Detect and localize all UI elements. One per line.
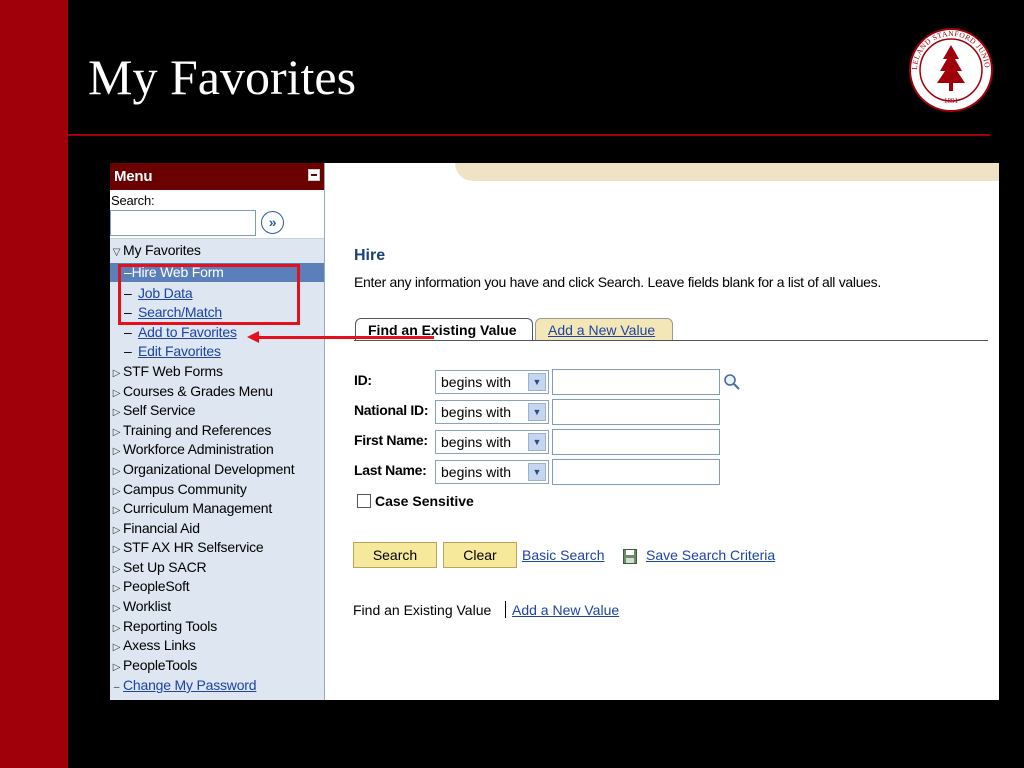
triangle-down-icon: ▽ (112, 247, 121, 258)
triangle-right-icon: ▷ (112, 407, 121, 418)
menu-title: Menu (114, 168, 153, 185)
menu-folder[interactable]: ▷ PeopleTools (110, 656, 198, 675)
dropdown-arrow-icon: ▼ (528, 433, 546, 451)
menu-folder[interactable]: ▷ PeopleSoft (110, 577, 190, 596)
header-decoration (455, 163, 999, 181)
triangle-right-icon: ▷ (112, 544, 121, 555)
menu-folder[interactable]: ▷ Courses & Grades Menu (110, 382, 273, 401)
lookup-magnifier-icon[interactable] (723, 373, 741, 391)
menu-folder[interactable]: ▷ Curriculum Management (110, 499, 273, 518)
svg-text:1891: 1891 (944, 97, 959, 105)
triangle-right-icon: ▷ (112, 583, 121, 594)
menu-folder[interactable]: ▷ Financial Aid (110, 519, 200, 538)
arrow-annotation-head (247, 331, 259, 343)
triangle-right-icon: ▷ (112, 505, 121, 516)
change-password-link[interactable]: – Change My Password (110, 676, 257, 695)
save-search-criteria-link[interactable]: Save Search Criteria (646, 547, 775, 563)
first-name-operator-select[interactable]: begins with ▼ (435, 430, 549, 454)
national-id-input[interactable] (552, 399, 720, 425)
slide-title: My Favorites (88, 49, 357, 105)
last-name-operator-select[interactable]: begins with ▼ (435, 460, 549, 484)
add-to-favorites-link[interactable]: – Add to Favorites (124, 323, 237, 342)
case-sensitive-label: Case Sensitive (375, 493, 474, 509)
last-name-input[interactable] (552, 459, 720, 485)
last-name-label: Last Name: (354, 462, 427, 478)
basic-search-link[interactable]: Basic Search (522, 547, 604, 563)
tab-add-new[interactable]: Add a New Value (535, 318, 673, 340)
menu-folder[interactable]: ▷ Workforce Administration (110, 440, 274, 459)
id-operator-select[interactable]: begins with ▼ (435, 370, 549, 394)
national-id-label: National ID: (354, 402, 429, 418)
search-button[interactable]: Search (353, 542, 437, 568)
dropdown-arrow-icon: ▼ (528, 403, 546, 421)
dropdown-arrow-icon: ▼ (528, 373, 546, 391)
title-divider (68, 134, 990, 136)
highlight-annotation-box (118, 264, 300, 325)
search-input[interactable] (110, 210, 256, 236)
triangle-right-icon: ▷ (112, 662, 121, 673)
id-input[interactable] (552, 369, 720, 395)
footer-add-new-link[interactable]: Add a New Value (512, 602, 619, 618)
menu-folder[interactable]: ▷ Training and References (110, 421, 272, 440)
menu-folder[interactable]: ▷ Worklist (110, 597, 171, 616)
sidebar-menu: Menu Search: » ▽ My Favorites –Hire Web F… (110, 163, 325, 700)
edit-favorites-link[interactable]: – Edit Favorites (124, 342, 221, 361)
collapse-icon[interactable] (308, 169, 320, 181)
case-sensitive-checkbox[interactable] (357, 494, 371, 508)
menu-folder[interactable]: ▷ Set Up SACR (110, 558, 207, 577)
go-icon[interactable]: » (261, 211, 284, 234)
clear-button[interactable]: Clear (443, 542, 517, 568)
first-name-label: First Name: (354, 432, 428, 448)
triangle-right-icon: ▷ (112, 368, 121, 379)
menu-folder[interactable]: ▷ Reporting Tools (110, 617, 217, 636)
triangle-right-icon: ▷ (112, 642, 121, 653)
menu-folder[interactable]: ▷ Campus Community (110, 480, 247, 499)
dropdown-arrow-icon: ▼ (528, 463, 546, 481)
footer-separator (505, 601, 506, 618)
university-seal-logo: LELAND STANFORD JUNIOR UNIVERSITY 1891 (903, 27, 993, 112)
main-panel: Hire Enter any information you have and … (325, 163, 999, 700)
menu-search: Search: » (110, 190, 324, 239)
search-label: Search: (111, 193, 155, 208)
instructions-text: Enter any information you have and click… (354, 274, 881, 290)
footer-current-page: Find an Existing Value (353, 602, 492, 618)
menu-folder[interactable]: ▷ Self Service (110, 401, 196, 420)
menu-header: Menu (110, 163, 324, 190)
peoplesoft-screenshot: Menu Search: » ▽ My Favorites –Hire Web F… (110, 163, 999, 700)
national-id-operator-select[interactable]: begins with ▼ (435, 400, 549, 424)
menu-folder[interactable]: ▷ Axess Links (110, 636, 196, 655)
menu-folder[interactable]: ▷ Organizational Development (110, 460, 295, 479)
id-label: ID: (354, 372, 372, 388)
page-title: Hire (354, 247, 386, 264)
menu-folder[interactable]: ▷ STF Web Forms (110, 362, 223, 381)
triangle-right-icon: ▷ (112, 446, 121, 457)
triangle-right-icon: ▷ (112, 603, 121, 614)
triangle-right-icon: ▷ (112, 466, 121, 477)
arrow-annotation (258, 336, 434, 339)
slide-accent-bar (0, 0, 68, 768)
save-disk-icon (623, 549, 637, 564)
first-name-input[interactable] (552, 429, 720, 455)
menu-folder[interactable]: ▷ STF AX HR Selfservice (110, 538, 264, 557)
menu-folder-my-favorites[interactable]: ▽ My Favorites (110, 241, 201, 260)
